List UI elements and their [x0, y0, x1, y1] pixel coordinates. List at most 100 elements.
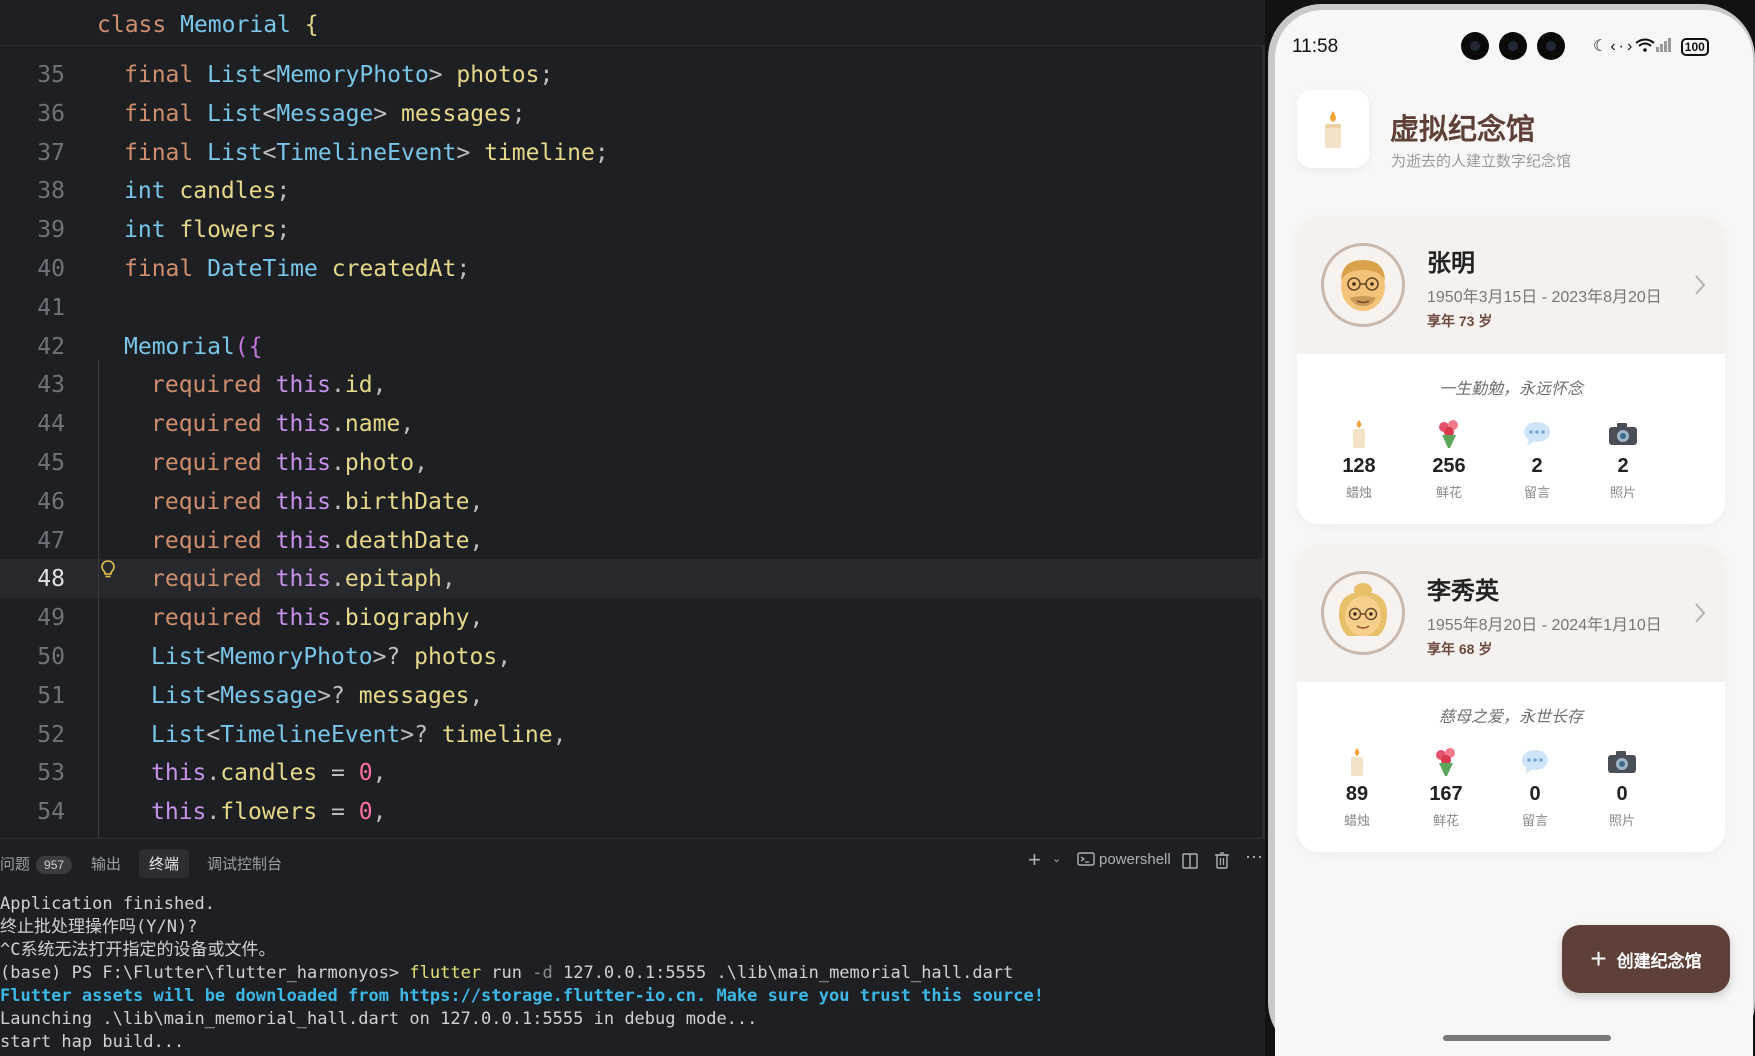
code-token: this	[275, 605, 332, 632]
code-line[interactable]: 42 Memorial({	[0, 327, 1265, 366]
code-token: required	[151, 605, 276, 632]
chevron-down-icon[interactable]: ⌄	[1052, 852, 1061, 865]
split-terminal-icon[interactable]	[1182, 853, 1198, 869]
code-text[interactable]: required this.deathDate,	[151, 528, 483, 554]
code-text[interactable]: required this.biography,	[151, 605, 483, 631]
sticky-class-header: class Memorial {	[0, 0, 1265, 46]
line-number: 45	[37, 450, 65, 476]
code-line[interactable]: 44 required this.name,	[0, 404, 1265, 443]
stat-messages[interactable]: 2 留言	[1497, 419, 1577, 501]
stat-flowers[interactable]: 256 鲜花	[1409, 419, 1489, 501]
code-text[interactable]: required this.epitaph,	[151, 566, 456, 592]
shell-selector[interactable]: powershell	[1077, 851, 1171, 868]
tab-debug-console[interactable]: 调试控制台	[207, 853, 282, 874]
line-number: 51	[37, 682, 65, 709]
new-terminal-plus-icon[interactable]: +	[1028, 847, 1041, 873]
stat-label: 照片	[1608, 813, 1635, 828]
create-memorial-button[interactable]: + 创建纪念馆	[1562, 925, 1730, 993]
trash-icon[interactable]	[1214, 852, 1230, 869]
code-line[interactable]: 48 required this.epitaph,	[0, 559, 1265, 599]
code-text[interactable]: final List<MemoryPhoto> photos;	[124, 62, 553, 88]
tab-output[interactable]: 输出	[91, 853, 121, 874]
code-line[interactable]: 47 required this.deathDate,	[0, 521, 1265, 560]
code-text[interactable]: List<MemoryPhoto>? photos,	[151, 644, 511, 670]
code-text[interactable]: this.flowers = 0,	[151, 799, 386, 825]
code-line[interactable]: 50 List<MemoryPhoto>? photos,	[0, 637, 1265, 676]
code-token: ,	[372, 799, 387, 826]
code-token: this	[275, 411, 332, 438]
code-text[interactable]: int candles;	[124, 178, 290, 204]
code-line[interactable]: 41	[0, 288, 1265, 327]
code-text[interactable]: List<Message>? messages,	[151, 683, 483, 709]
bottom-panel: 问题 957 输出 终端 调试控制台 + ⌄ powershell ⋯ Appli…	[0, 838, 1265, 1056]
candle-icon	[1353, 420, 1365, 448]
code-line[interactable]: 46 required this.birthDate,	[0, 482, 1265, 521]
more-actions-icon[interactable]: ⋯	[1245, 847, 1263, 868]
line-number: 35	[37, 62, 65, 88]
code-token: flowers	[179, 217, 277, 244]
home-indicator[interactable]	[1443, 1035, 1611, 1041]
code-text[interactable]: final List<Message> messages;	[124, 101, 526, 127]
stat-flowers[interactable]: 167 鲜花	[1406, 747, 1486, 829]
memorial-card[interactable]: 张明 1950年3月15日 - 2023年8月20日 享年 73 岁 一生勤勉，…	[1297, 217, 1725, 524]
code-line[interactable]: 37 final List<TimelineEvent> timeline;	[0, 133, 1265, 172]
candle-icon	[1325, 111, 1341, 148]
line-number: 54	[37, 799, 65, 826]
stat-value: 89	[1345, 783, 1369, 805]
code-token: this	[151, 760, 207, 787]
code-token: createdAt	[331, 256, 457, 282]
code-line[interactable]: 38 int candles;	[0, 171, 1265, 210]
terminal-text: (base) PS F:\Flutter\flutter_harmonyos>	[0, 963, 410, 983]
stat-photos[interactable]: 2 照片	[1583, 419, 1663, 501]
code-token: this	[275, 527, 332, 554]
code-line[interactable]: 51 List<Message>? messages,	[0, 676, 1265, 715]
code-text[interactable]: List<TimelineEvent>? timeline,	[151, 722, 566, 748]
code-line[interactable]: 52 List<TimelineEvent>? timeline,	[0, 715, 1265, 754]
chevron-right-icon[interactable]	[1692, 273, 1708, 297]
code-text[interactable]: final List<TimelineEvent> timeline;	[124, 140, 609, 166]
indent-guide	[98, 360, 99, 838]
code-line[interactable]: 54 this.flowers = 0,	[0, 792, 1265, 831]
terminal-line: Flutter assets will be downloaded from h…	[0, 986, 1044, 1006]
code-line[interactable]: 43 required this.id,	[0, 365, 1265, 404]
stat-label: 照片	[1609, 485, 1636, 500]
code-line[interactable]: 40 final DateTime createdAt;	[0, 249, 1265, 288]
code-line[interactable]: 49 required this.biography,	[0, 598, 1265, 637]
code-text[interactable]: this.candles = 0,	[151, 760, 386, 786]
terminal-output[interactable]: Application finished. 终止批处理操作吗(Y/N)? ^C系统无…	[0, 893, 1265, 1054]
code-line[interactable]: 36 final List<Message> messages;	[0, 94, 1265, 133]
code-line[interactable]: 45 required this.photo,	[0, 443, 1265, 482]
memorial-card[interactable]: 李秀英 1955年8月20日 - 2024年1月10日 享年 68 岁 慈母之爱…	[1297, 545, 1725, 852]
memorial-epitaph: 一生勤勉，永远怀念	[1438, 381, 1583, 398]
code-line[interactable]: 35 final List<MemoryPhoto> photos;	[0, 55, 1265, 94]
code-token: <	[206, 682, 221, 709]
code-text[interactable]: required this.birthDate,	[151, 489, 483, 515]
code-token: .	[331, 605, 345, 632]
stat-candles[interactable]: 89 蜡烛	[1317, 747, 1397, 829]
stat-candles[interactable]: 128 蜡烛	[1319, 419, 1399, 501]
chevron-right-icon[interactable]	[1692, 601, 1708, 625]
code-text[interactable]: final DateTime createdAt;	[124, 256, 470, 282]
code-text[interactable]: Memorial({	[124, 334, 262, 360]
code-line[interactable]: 53 this.candles = 0,	[0, 753, 1265, 792]
tab-problems[interactable]: 问题 957	[0, 853, 73, 874]
code-token: ;	[276, 217, 291, 244]
code-line[interactable]: 39 int flowers;	[0, 210, 1265, 249]
code-token: List	[151, 644, 207, 670]
stat-photos[interactable]: 0 照片	[1582, 747, 1662, 829]
sticky-class-name: Memorial	[180, 12, 291, 38]
code-text[interactable]: required this.name,	[151, 411, 414, 437]
terminal-text: run	[481, 963, 533, 983]
terminal-flag: -d	[532, 963, 553, 983]
status-bar: 11:58 ☾‹·› 100	[1275, 10, 1753, 60]
code-editor[interactable]: class Memorial { 35 final List<MemoryPhot…	[0, 0, 1265, 838]
lightbulb-icon[interactable]	[100, 560, 116, 580]
code-text[interactable]: int flowers;	[124, 217, 290, 243]
camera-dot-icon	[1499, 32, 1527, 60]
code-text[interactable]: required this.photo,	[151, 450, 428, 476]
code-text[interactable]: required this.id,	[151, 372, 386, 398]
stat-messages[interactable]: 0 留言	[1495, 747, 1575, 829]
tab-terminal[interactable]: 终端	[139, 849, 190, 878]
old-woman-icon	[1338, 583, 1388, 636]
stat-value: 2	[1531, 455, 1543, 477]
